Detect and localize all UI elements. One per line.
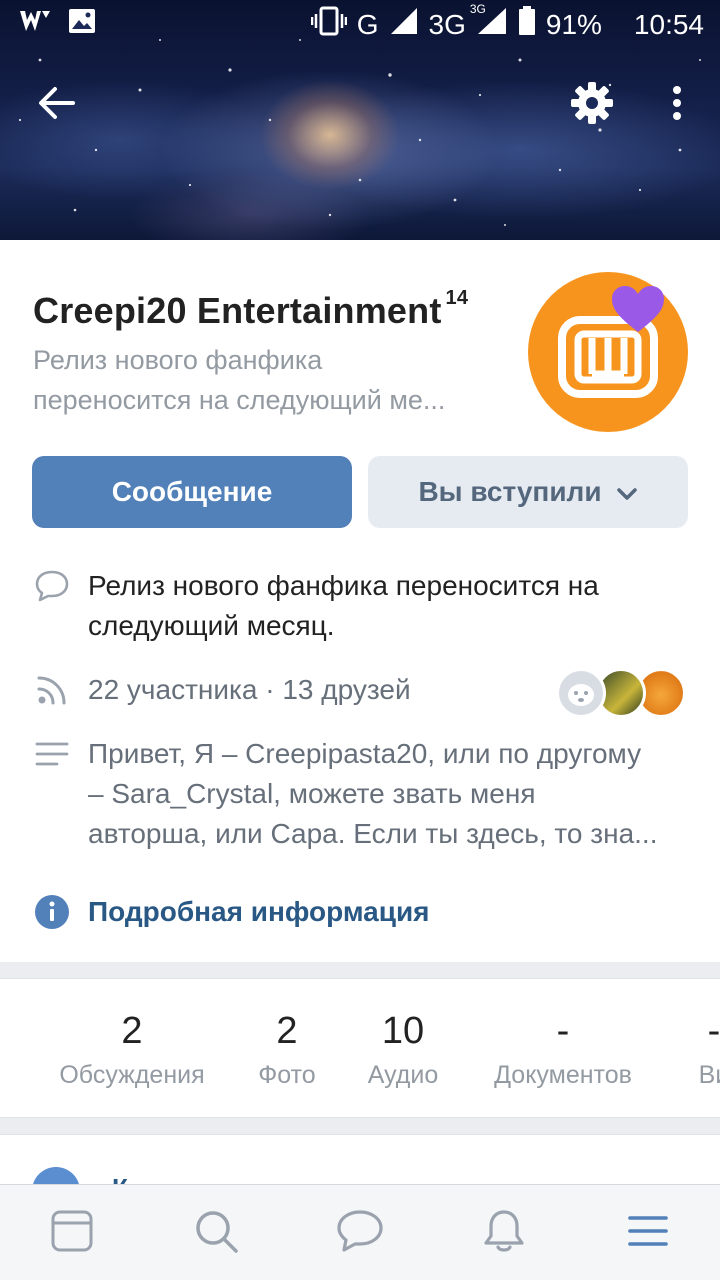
details-link[interactable]: Подробная информация [88, 892, 688, 932]
clock: 10:54 [633, 8, 704, 40]
counters-strip: 2 Обсуждения 2 Фото 10 Аудио - Документо… [0, 978, 720, 1118]
settings-button[interactable] [565, 78, 619, 132]
counter-audio[interactable]: 10 Аудио [362, 979, 444, 1090]
status-full-line1: Релиз нового фанфика переносится на [88, 570, 599, 601]
status-row: Релиз нового фанфика переносится на след… [0, 566, 720, 646]
counter-label: Обсуждения [59, 1061, 205, 1089]
arrow-left-icon [37, 86, 77, 125]
battery-percent: 91% [545, 8, 602, 40]
joined-button-label: Вы вступили [418, 476, 602, 507]
description-line3: авторша, или Сара. Если ты здесь, то зна… [88, 818, 658, 849]
counter-label: Документов [494, 1061, 632, 1089]
signal-g-label: G [356, 8, 379, 40]
counter-value: 10 [381, 1010, 425, 1052]
age-rating-badge: 14 [445, 287, 469, 309]
group-name-text: Creepi20 Entertainment [33, 290, 442, 331]
counter-discussions[interactable]: 2 Обсуждения [56, 979, 208, 1090]
heart-icon [610, 284, 666, 339]
status-full-text: Релиз нового фанфика переносится на след… [88, 566, 688, 646]
counter-label: Аудио [367, 1061, 439, 1089]
signal-3g-icon: 3G [470, 2, 508, 43]
friends-avatars[interactable] [556, 668, 690, 718]
description-line2: – Sara_Crystal, можете звать меня [88, 778, 536, 809]
search-icon [193, 1208, 239, 1259]
vibrate-icon [310, 6, 347, 43]
counter-value: 2 [276, 1010, 298, 1052]
signal-icon [389, 6, 419, 43]
members-row[interactable]: 22 участника · 13 друзей [0, 668, 720, 718]
description-text: Привет, Я – Creepipasta20, или по другом… [88, 734, 688, 854]
news-icon [50, 1209, 94, 1258]
group-title: Creepi20 Entertainment 14 [33, 287, 469, 332]
group-info-card: Creepi20 Entertainment 14 Релиз нового фа… [0, 240, 720, 962]
menu-icon [627, 1214, 669, 1253]
counter-video[interactable]: - Ви [684, 979, 720, 1090]
speech-bubble-icon [32, 566, 72, 606]
info-icon [32, 892, 72, 932]
avatar [556, 668, 606, 718]
back-button[interactable] [30, 78, 84, 132]
rss-icon [32, 670, 72, 710]
counter-photos[interactable]: 2 Фото [250, 979, 324, 1090]
message-button-label: Сообщение [111, 476, 273, 507]
nav-news[interactable] [44, 1205, 100, 1261]
group-cover: G 3G 3G 91% 10:54 [0, 0, 720, 240]
gear-icon [570, 81, 614, 130]
status-full-line2: следующий месяц. [88, 610, 335, 641]
nav-messages[interactable] [332, 1205, 388, 1261]
network-superscript: 3G [469, 2, 486, 16]
counter-label: Фото [258, 1061, 316, 1089]
counter-value: - [707, 1010, 720, 1052]
group-status-line1: Релиз нового фанфика [33, 345, 323, 375]
network-3g-label: 3G [428, 8, 466, 40]
bell-icon [482, 1208, 526, 1259]
wattpad-icon [18, 8, 52, 41]
status-bar: G 3G 3G 91% 10:54 [0, 0, 720, 50]
group-status-preview: Релиз нового фанфика переносится на след… [33, 340, 503, 420]
chevron-down-icon [616, 476, 638, 508]
nav-search[interactable] [188, 1205, 244, 1261]
image-icon [68, 8, 96, 41]
battery-icon [518, 6, 536, 43]
description-line1: Привет, Я – Creepipasta20, или по другом… [88, 738, 642, 769]
details-row[interactable]: Подробная информация [0, 890, 720, 934]
more-vertical-icon [671, 85, 683, 126]
counter-label: Ви [698, 1061, 720, 1089]
counter-value: - [556, 1010, 570, 1052]
more-button[interactable] [650, 78, 704, 132]
message-button[interactable]: Сообщение [32, 456, 352, 528]
group-status-line2: переносится на следующий ме... [33, 385, 446, 415]
counter-value: 2 [121, 1010, 143, 1052]
description-row[interactable]: Привет, Я – Creepipasta20, или по другом… [0, 734, 720, 858]
nav-menu[interactable] [620, 1205, 676, 1261]
group-avatar[interactable] [528, 272, 688, 432]
nav-notifications[interactable] [476, 1205, 532, 1261]
messages-icon [336, 1209, 384, 1258]
description-lines-icon [32, 734, 72, 774]
bottom-navigation [0, 1184, 720, 1280]
counter-documents[interactable]: - Документов [484, 979, 642, 1090]
joined-dropdown-button[interactable]: Вы вступили [368, 456, 688, 528]
